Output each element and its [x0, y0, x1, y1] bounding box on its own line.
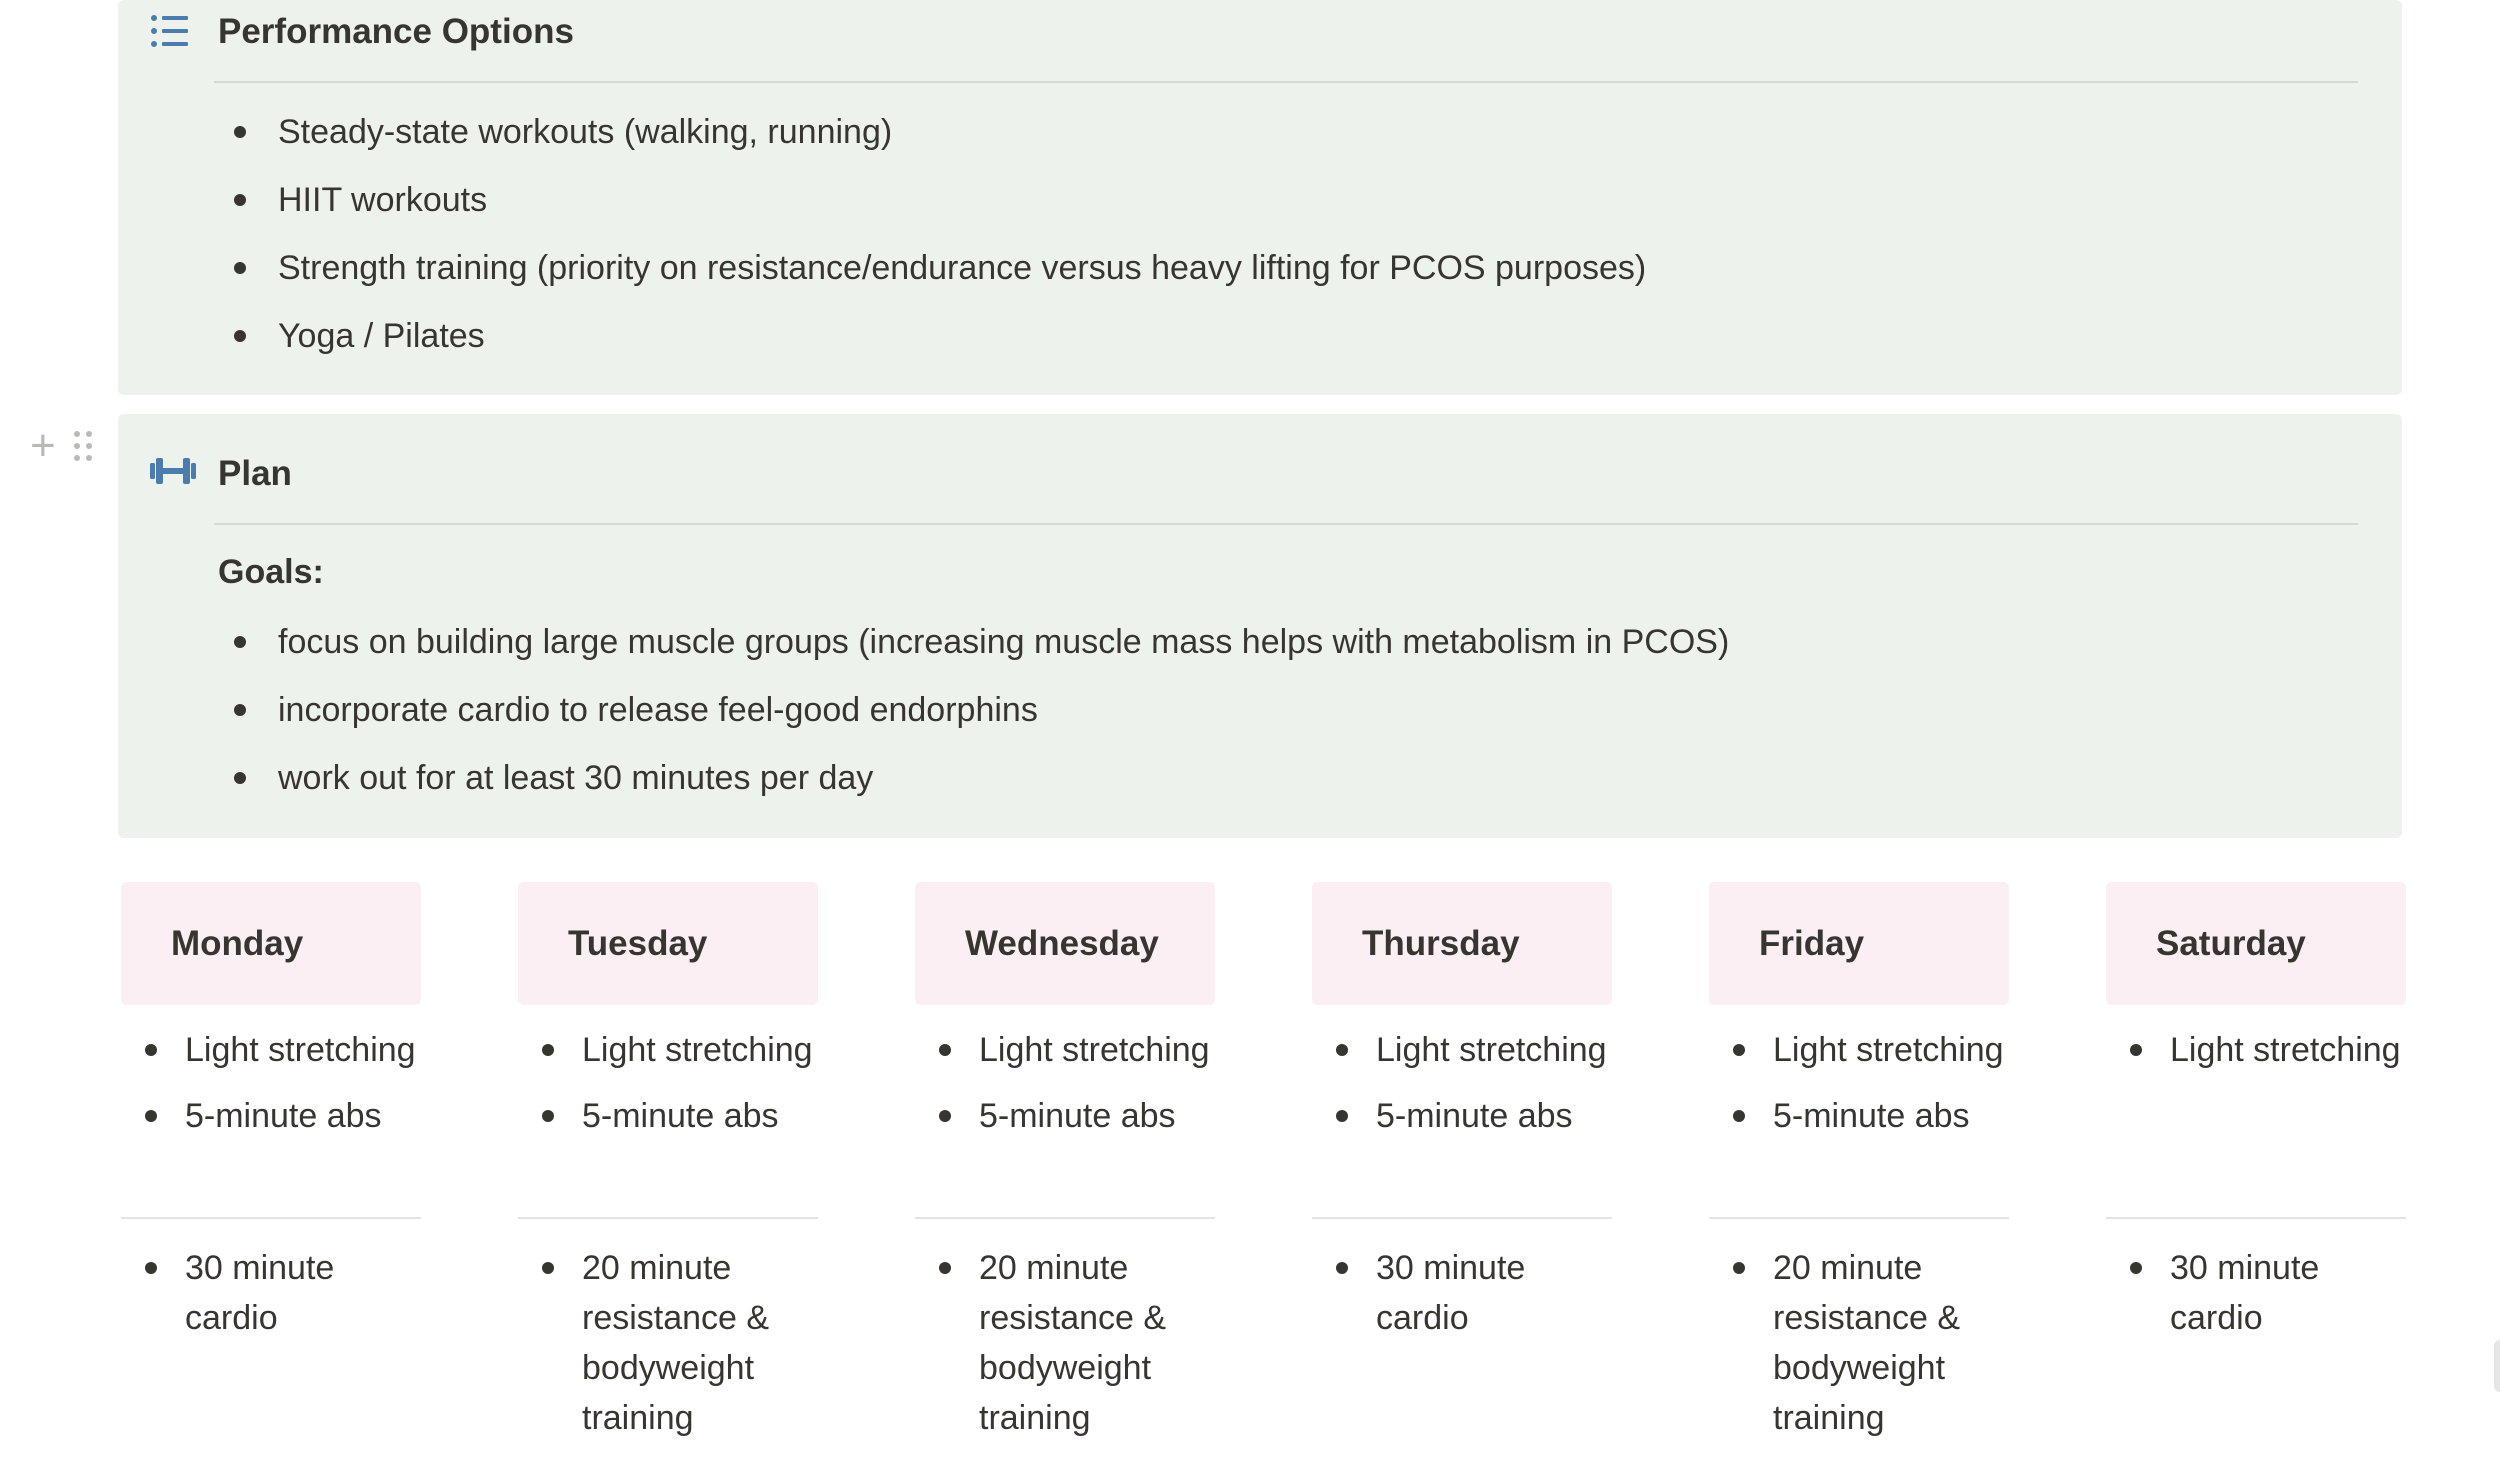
day-divider — [1312, 1217, 1612, 1219]
bullet-icon — [145, 1262, 157, 1274]
bullet-icon — [542, 1044, 554, 1056]
day-header: Wednesday — [915, 882, 1215, 1005]
bulleted-list-icon[interactable] — [150, 14, 190, 53]
day-column-wednesday: Wednesday Light stretching 5-minute abs … — [915, 882, 1215, 1443]
warmup-list: Light stretching 5-minute abs — [915, 1025, 1215, 1217]
day-column-tuesday: Tuesday Light stretching 5-minute abs 20… — [518, 882, 818, 1443]
list-item[interactable]: Steady-state workouts (walking, running) — [234, 112, 1646, 180]
list-item[interactable]: work out for at least 30 minutes per day — [234, 758, 1729, 826]
bullet-icon — [542, 1110, 554, 1122]
list-item[interactable]: 20 minute resistance & bodyweight traini… — [1709, 1243, 2009, 1443]
bullet-icon — [234, 126, 246, 138]
list-item[interactable]: 5-minute abs — [1312, 1091, 1612, 1141]
bullet-icon — [2130, 1262, 2142, 1274]
list-item[interactable]: 5-minute abs — [915, 1091, 1215, 1141]
scrollbar-thumb[interactable] — [2494, 1340, 2500, 1392]
warmup-list: Light stretching 5-minute abs — [121, 1025, 421, 1217]
goals-list: focus on building large muscle groups (i… — [234, 622, 1729, 826]
performance-options-title: Performance Options — [218, 12, 574, 51]
bullet-icon — [2130, 1044, 2142, 1056]
bullet-icon — [234, 262, 246, 274]
day-header: Saturday — [2106, 882, 2406, 1005]
goals-label: Goals: — [218, 553, 324, 591]
list-item[interactable]: Light stretching — [1709, 1025, 2009, 1075]
list-item[interactable]: Strength training (priority on resistanc… — [234, 248, 1646, 316]
warmup-list: Light stretching 5-minute abs — [1709, 1025, 2009, 1217]
bullet-icon — [234, 194, 246, 206]
bullet-icon — [234, 704, 246, 716]
list-item[interactable]: 5-minute abs — [518, 1091, 818, 1141]
bullet-icon — [542, 1262, 554, 1274]
list-item[interactable]: Light stretching — [121, 1025, 421, 1075]
day-divider — [518, 1217, 818, 1219]
list-item[interactable]: Light stretching — [518, 1025, 818, 1075]
warmup-list: Light stretching 5-minute abs — [1312, 1025, 1612, 1217]
workout-list: 30 minute cardio — [121, 1243, 421, 1343]
day-divider — [2106, 1217, 2406, 1219]
list-item[interactable]: focus on building large muscle groups (i… — [234, 622, 1729, 690]
bullet-icon — [939, 1044, 951, 1056]
day-header: Tuesday — [518, 882, 818, 1005]
list-item[interactable]: 5-minute abs — [1709, 1091, 2009, 1141]
warmup-list: Light stretching — [2106, 1025, 2406, 1217]
add-block-icon[interactable]: + — [30, 424, 56, 468]
bullet-icon — [145, 1044, 157, 1056]
day-column-monday: Monday Light stretching 5-minute abs 30 … — [121, 882, 421, 1343]
list-item[interactable]: 20 minute resistance & bodyweight traini… — [518, 1243, 818, 1443]
bullet-icon — [1336, 1044, 1348, 1056]
performance-options-list: Steady-state workouts (walking, running)… — [234, 112, 1646, 384]
day-header: Monday — [121, 882, 421, 1005]
drag-handle-icon[interactable] — [73, 431, 92, 461]
list-item[interactable]: incorporate cardio to release feel-good … — [234, 690, 1729, 758]
bullet-icon — [145, 1110, 157, 1122]
list-item[interactable]: Light stretching — [915, 1025, 1215, 1075]
workout-list: 20 minute resistance & bodyweight traini… — [518, 1243, 818, 1443]
plan-title: Plan — [218, 454, 292, 493]
workout-list: 30 minute cardio — [2106, 1243, 2406, 1343]
list-item[interactable]: 5-minute abs — [121, 1091, 421, 1141]
list-item[interactable]: Light stretching — [2106, 1025, 2406, 1075]
list-item[interactable]: 30 minute cardio — [1312, 1243, 1612, 1343]
day-column-thursday: Thursday Light stretching 5-minute abs 3… — [1312, 882, 1612, 1343]
list-item[interactable]: Light stretching — [1312, 1025, 1612, 1075]
callout-divider — [214, 523, 2358, 525]
day-column-saturday: Saturday Light stretching 30 minute card… — [2106, 882, 2406, 1343]
bullet-icon — [234, 636, 246, 648]
performance-options-callout: Performance Options Steady-state workout… — [118, 0, 2402, 395]
plan-callout: Plan Goals: focus on building large musc… — [118, 414, 2402, 838]
warmup-list: Light stretching 5-minute abs — [518, 1025, 818, 1217]
bullet-icon — [1733, 1110, 1745, 1122]
bullet-icon — [234, 772, 246, 784]
day-header: Friday — [1709, 882, 2009, 1005]
list-item[interactable]: 30 minute cardio — [2106, 1243, 2406, 1343]
list-item[interactable]: HIIT workouts — [234, 180, 1646, 248]
bullet-icon — [1336, 1110, 1348, 1122]
bullet-icon — [234, 330, 246, 342]
callout-divider — [214, 81, 2358, 83]
dumbbell-icon[interactable] — [150, 456, 196, 491]
day-divider — [1709, 1217, 2009, 1219]
bullet-icon — [1733, 1044, 1745, 1056]
workout-list: 20 minute resistance & bodyweight traini… — [915, 1243, 1215, 1443]
day-header: Thursday — [1312, 882, 1612, 1005]
bullet-icon — [939, 1262, 951, 1274]
day-divider — [121, 1217, 421, 1219]
block-gutter-controls: + — [30, 424, 92, 468]
list-item[interactable]: Yoga / Pilates — [234, 316, 1646, 384]
bullet-icon — [1733, 1262, 1745, 1274]
bullet-icon — [939, 1110, 951, 1122]
bullet-icon — [1336, 1262, 1348, 1274]
day-divider — [915, 1217, 1215, 1219]
list-item[interactable]: 30 minute cardio — [121, 1243, 421, 1343]
day-column-friday: Friday Light stretching 5-minute abs 20 … — [1709, 882, 2009, 1443]
workout-list: 20 minute resistance & bodyweight traini… — [1709, 1243, 2009, 1443]
list-item[interactable]: 20 minute resistance & bodyweight traini… — [915, 1243, 1215, 1443]
workout-list: 30 minute cardio — [1312, 1243, 1612, 1343]
